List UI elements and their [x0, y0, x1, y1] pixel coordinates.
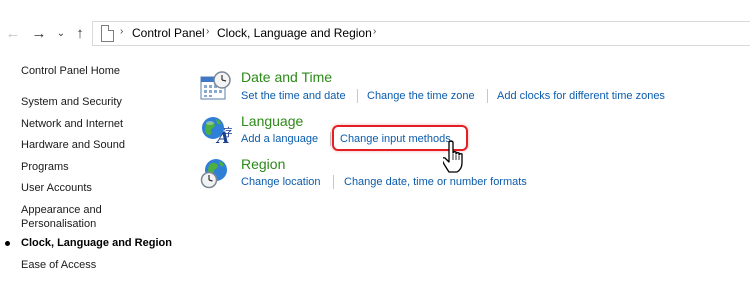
sidebar-item-personalisation[interactable]: Personalisation	[21, 217, 96, 231]
forward-arrow-icon[interactable]: →	[29, 23, 49, 43]
sidebar-item-user-accounts[interactable]: User Accounts	[21, 181, 92, 195]
up-arrow-icon[interactable]: ↑	[70, 23, 90, 43]
sidebar-item-system-security[interactable]: System and Security	[21, 95, 122, 109]
svg-text:字: 字	[223, 125, 232, 139]
category-title-language[interactable]: Language	[241, 113, 303, 129]
breadcrumb-separator-icon[interactable]: ›	[120, 26, 123, 37]
breadcrumb-separator-icon[interactable]: ›	[206, 26, 209, 37]
breadcrumb-control-panel[interactable]: Control Panel	[132, 26, 205, 40]
link-divider	[357, 89, 358, 103]
link-add-clocks[interactable]: Add clocks for different time zones	[497, 89, 665, 103]
address-bar: ← → ⌄ ↑ › Control Panel › Clock, Languag…	[0, 18, 750, 48]
link-divider	[330, 132, 331, 146]
sidebar-item-network-internet[interactable]: Network and Internet	[21, 117, 123, 131]
calendar-clock-icon[interactable]	[200, 71, 232, 103]
globe-language-icon[interactable]: A 字	[200, 114, 232, 146]
link-set-time-date[interactable]: Set the time and date	[241, 89, 346, 103]
page-icon	[101, 25, 114, 42]
globe-clock-icon[interactable]	[200, 157, 232, 189]
current-item-bullet	[5, 241, 10, 246]
link-divider	[487, 89, 488, 103]
link-divider	[333, 175, 334, 189]
sidebar-item-clock-language-region: Clock, Language and Region	[21, 237, 172, 249]
link-add-language[interactable]: Add a language	[241, 132, 318, 146]
link-change-time-zone[interactable]: Change the time zone	[367, 89, 475, 103]
back-arrow-icon[interactable]: ←	[3, 23, 23, 43]
sidebar-item-appearance[interactable]: Appearance and	[21, 203, 102, 217]
sidebar-item-ease-of-access[interactable]: Ease of Access	[21, 258, 96, 272]
chevron-down-icon[interactable]: ⌄	[55, 23, 67, 43]
address-box[interactable]: › Control Panel › Clock, Language and Re…	[92, 21, 750, 46]
link-change-formats[interactable]: Change date, time or number formats	[344, 175, 527, 189]
link-change-location[interactable]: Change location	[241, 175, 321, 189]
sidebar-item-hardware-sound[interactable]: Hardware and Sound	[21, 138, 125, 152]
breadcrumb-separator-icon[interactable]: ›	[373, 26, 376, 37]
hand-pointer-icon	[443, 140, 463, 173]
breadcrumb-clock-language-region[interactable]: Clock, Language and Region	[217, 26, 372, 40]
category-title-region[interactable]: Region	[241, 156, 285, 172]
sidebar-item-programs[interactable]: Programs	[21, 160, 69, 174]
category-title-date-time[interactable]: Date and Time	[241, 69, 332, 85]
sidebar-item-control-panel-home[interactable]: Control Panel Home	[21, 64, 120, 78]
